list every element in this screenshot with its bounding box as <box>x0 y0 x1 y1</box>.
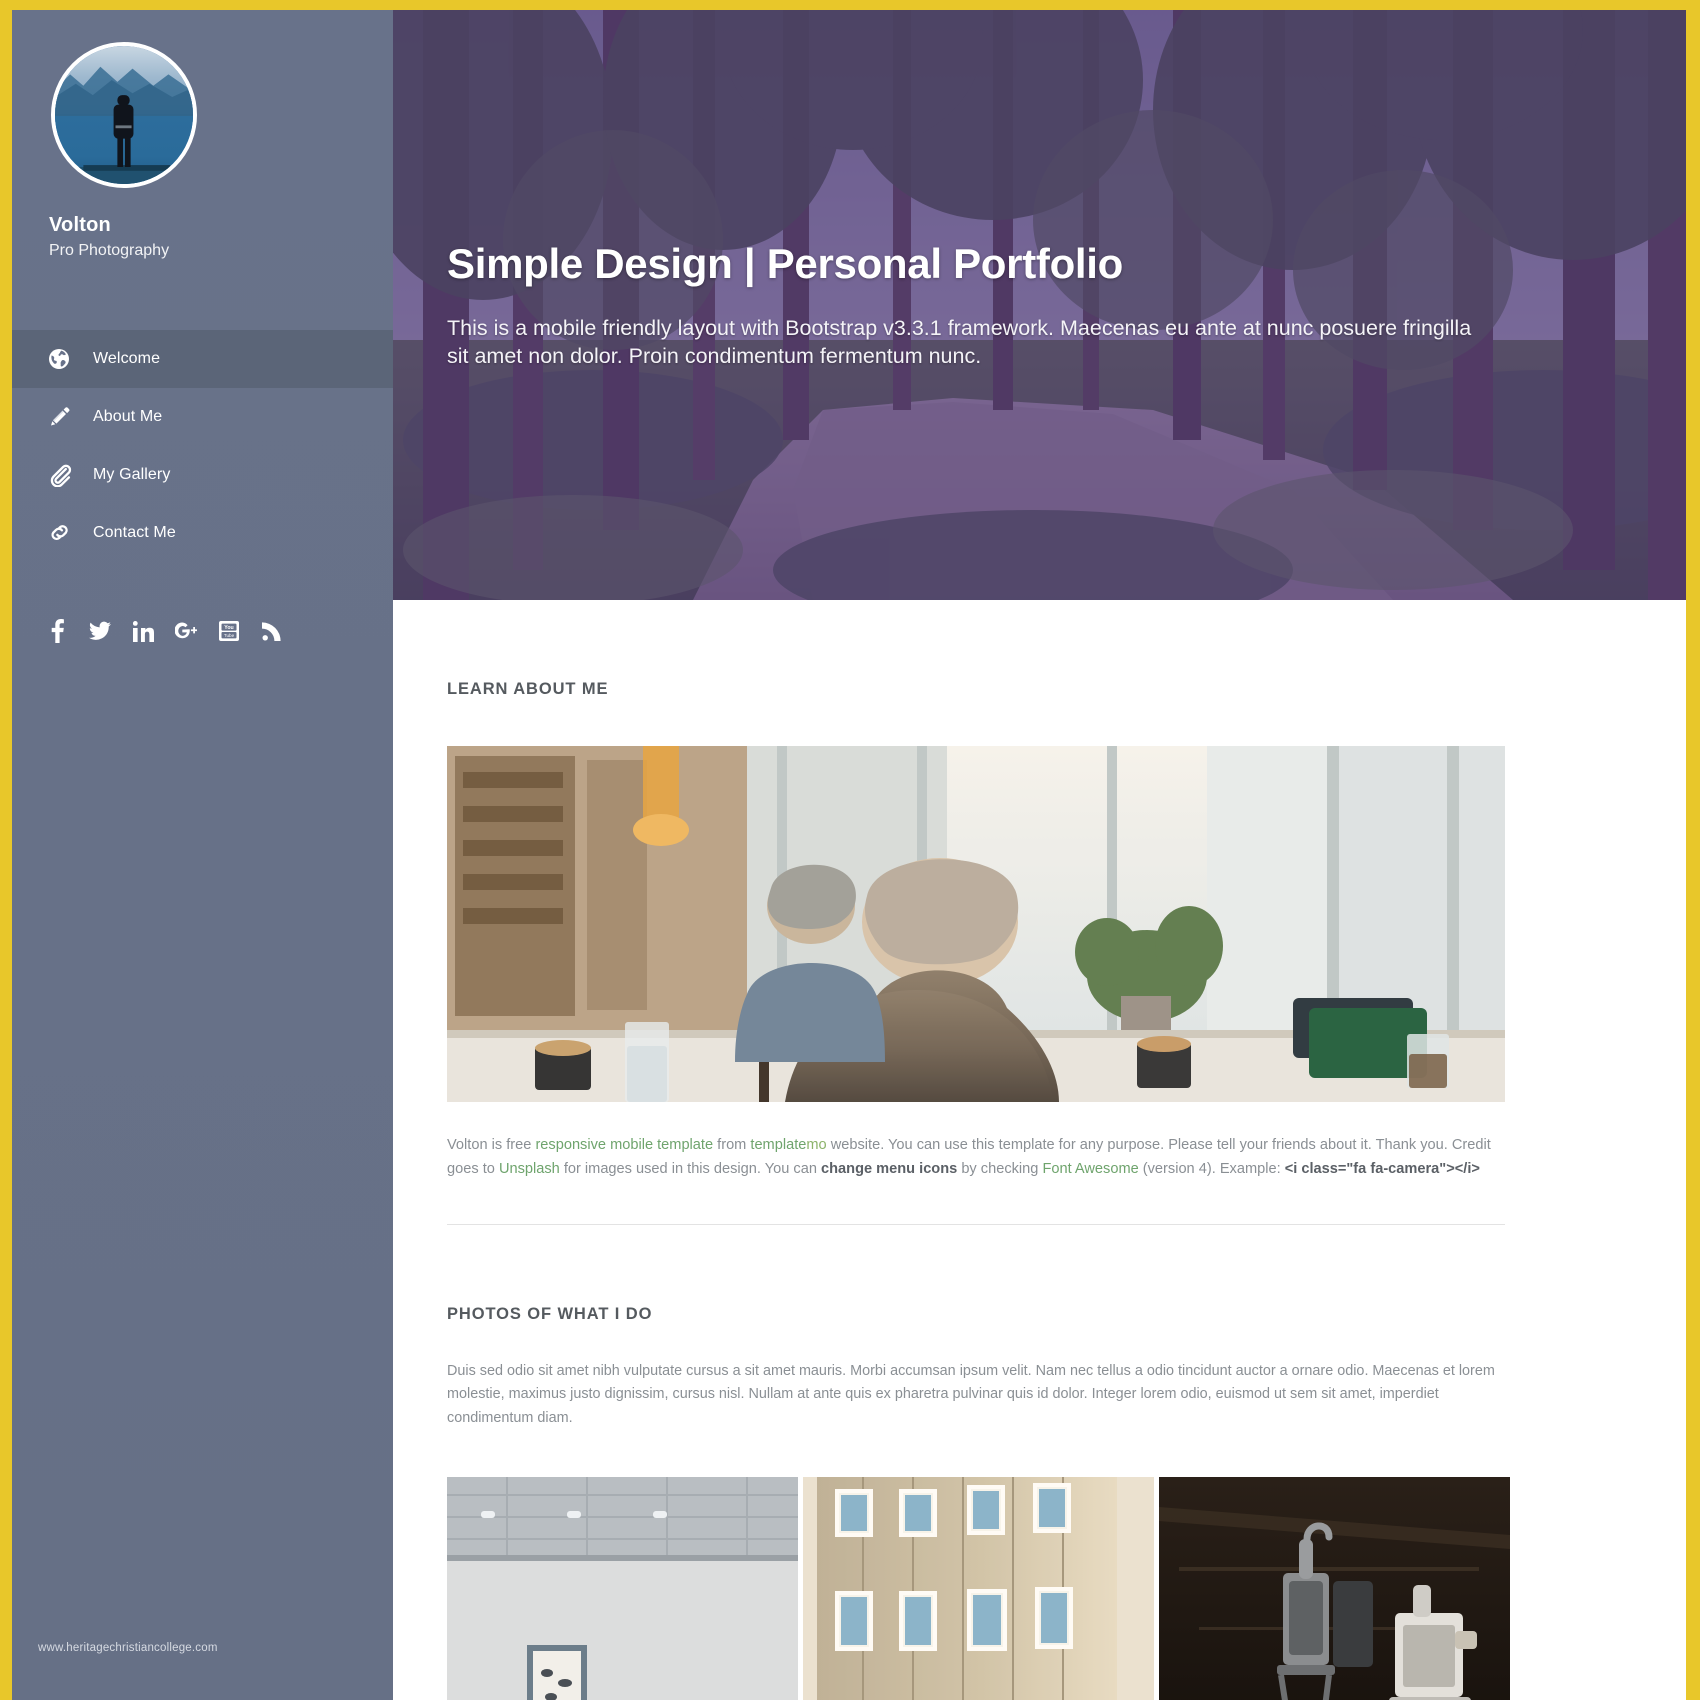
gallery-paragraph: Duis sed odio sit amet nibh vulputate cu… <box>447 1362 1495 1427</box>
sidebar-item-label: My Gallery <box>93 466 171 483</box>
about-text-6: (version 4). Example: <box>1138 1160 1285 1177</box>
unsplash-link[interactable]: Unsplash <box>499 1161 560 1177</box>
about-text-4: for images used in this design. You can <box>559 1160 822 1177</box>
about-text-1: Volton is free <box>447 1137 536 1153</box>
rss-icon[interactable] <box>261 618 283 644</box>
gallery-item[interactable] <box>447 1477 798 1700</box>
code-example: <i class="fa fa-camera"></i> <box>1284 1160 1480 1177</box>
gallery-image-2 <box>803 1477 1154 1700</box>
social-links: You Tube <box>46 618 283 644</box>
gallery-image-3 <box>1159 1477 1510 1700</box>
google-plus-icon[interactable] <box>175 618 197 644</box>
sidebar-item-label: Contact Me <box>93 524 176 541</box>
content-area: LEARN ABOUT ME Volton is free responsive… <box>393 600 1686 1700</box>
sidebar-item-about-me[interactable]: About Me <box>12 388 393 446</box>
sidebar: Volton Pro Photography Welcome About Me … <box>12 10 393 1700</box>
hero-title: Simple Design | Personal Portfolio <box>447 240 1124 287</box>
about-feature-image <box>447 746 1505 1102</box>
hero-banner: Simple Design | Personal Portfolio This … <box>393 10 1686 600</box>
font-awesome-link[interactable]: Font Awesome <box>1042 1161 1138 1177</box>
sidebar-item-contact-me[interactable]: Contact Me <box>12 504 393 562</box>
link-icon <box>48 520 84 546</box>
watermark-text: www.heritagechristiancollege.com <box>38 1642 218 1654</box>
avatar-photo <box>55 46 193 184</box>
sidebar-item-label: About Me <box>93 408 163 425</box>
section-heading-learn-about-me: LEARN ABOUT ME <box>447 680 609 698</box>
sidebar-nav: Welcome About Me My Gallery Contact Me <box>12 330 393 562</box>
sidebar-item-label: Welcome <box>93 350 161 367</box>
section-heading-photos-of-what-i-do: PHOTOS OF WHAT I DO <box>447 1304 653 1323</box>
page-root: Volton Pro Photography Welcome About Me … <box>0 0 1700 1700</box>
sidebar-item-welcome[interactable]: Welcome <box>12 330 393 388</box>
youtube-icon[interactable]: You Tube <box>218 618 240 644</box>
gallery-item[interactable] <box>803 1477 1154 1700</box>
gallery-grid <box>447 1477 1510 1700</box>
about-paragraph: Volton is free responsive mobile templat… <box>447 1134 1505 1182</box>
gallery-image-1 <box>447 1477 798 1700</box>
templatemo-link-part1[interactable]: template <box>750 1137 806 1153</box>
hero-subtitle: This is a mobile friendly layout with Bo… <box>447 316 1472 369</box>
facebook-icon[interactable] <box>46 618 68 644</box>
change-menu-icons-text: change menu icons <box>821 1160 958 1177</box>
templatemo-link-part2[interactable]: mo <box>806 1137 826 1153</box>
pencil-icon <box>48 404 84 430</box>
twitter-icon[interactable] <box>89 618 111 644</box>
main-content: Simple Design | Personal Portfolio This … <box>393 10 1686 1700</box>
about-text-2: from <box>713 1137 751 1153</box>
svg-text:Tube: Tube <box>224 633 235 638</box>
avatar <box>51 42 197 188</box>
sidebar-item-my-gallery[interactable]: My Gallery <box>12 446 393 504</box>
linkedin-icon[interactable] <box>132 618 154 644</box>
responsive-mobile-template-link[interactable]: responsive mobile template <box>535 1137 713 1153</box>
globe-icon <box>48 346 84 372</box>
paperclip-icon <box>48 462 84 488</box>
gallery-item[interactable] <box>1159 1477 1510 1700</box>
hero-text-block: Simple Design | Personal Portfolio This … <box>447 240 1626 371</box>
brand-name: Volton <box>49 214 111 236</box>
about-text-5: by checking <box>957 1160 1043 1177</box>
svg-text:You: You <box>224 625 233 631</box>
brand-tagline: Pro Photography <box>49 242 170 259</box>
